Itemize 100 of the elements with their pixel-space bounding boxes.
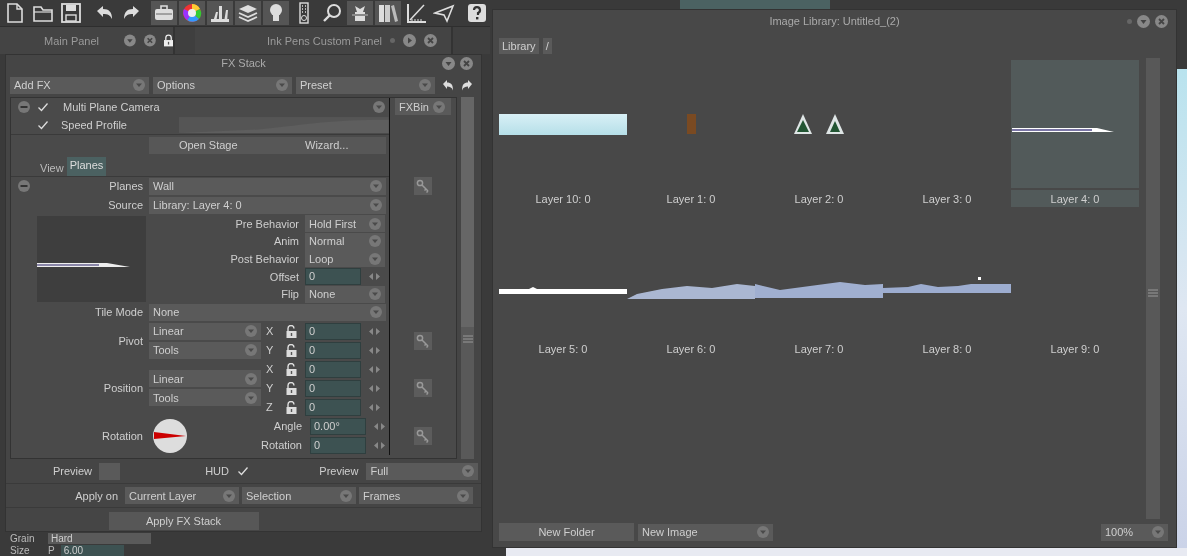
redo-icon[interactable] — [461, 79, 473, 92]
library-item[interactable]: Layer 9: 0 — [1011, 210, 1139, 357]
dropdown[interactable]: Library: Layer 4: 0 — [149, 196, 386, 214]
collapse-icon[interactable] — [442, 57, 455, 70]
rotation-dial[interactable] — [152, 417, 188, 454]
dropdown[interactable]: Tools — [149, 389, 261, 407]
dropdown[interactable]: Linear — [149, 370, 261, 388]
minus-icon[interactable] — [18, 100, 30, 113]
dropdown[interactable]: None — [305, 285, 385, 303]
apply-button[interactable]: Apply FX Stack — [108, 511, 259, 530]
undo-icon[interactable] — [442, 79, 454, 92]
stepper-icon[interactable] — [369, 272, 380, 282]
padlock-icon[interactable] — [286, 362, 297, 376]
dropdown[interactable]: Tools — [149, 341, 261, 359]
dropdown[interactable]: Linear — [149, 322, 261, 340]
checkbox[interactable] — [236, 465, 249, 478]
breadcrumb[interactable]: Library — [499, 38, 539, 54]
number-field[interactable]: 0 — [305, 341, 361, 359]
scrollbar-thumb[interactable] — [461, 96, 474, 327]
search-icon[interactable] — [321, 2, 344, 24]
number-field[interactable]: 0 — [305, 379, 361, 397]
checkmark-icon[interactable] — [37, 100, 49, 113]
scrollbar[interactable] — [1146, 58, 1160, 519]
number-field[interactable]: 6.00 — [60, 544, 124, 556]
library-item[interactable]: Layer 8: 0 — [883, 210, 1011, 357]
tab[interactable]: Planes — [66, 156, 107, 176]
library-item[interactable]: Layer 5: 0 — [499, 210, 627, 357]
play-icon[interactable] — [402, 34, 416, 47]
dropdown[interactable]: None — [149, 303, 386, 321]
scrollbar[interactable] — [461, 96, 474, 460]
library-item[interactable]: Layer 3: 0 — [883, 60, 1011, 207]
new-document-icon[interactable] — [4, 2, 26, 24]
library-item[interactable]: Layer 6: 0 — [627, 210, 755, 357]
paper-plane-icon[interactable] — [433, 2, 456, 24]
dropdown[interactable]: Selection — [242, 487, 356, 505]
new-image-dropdown[interactable]: New Image — [638, 523, 773, 541]
dropdown[interactable]: Frames — [359, 487, 473, 505]
menu-dropdown[interactable]: Add FX — [10, 76, 149, 94]
library-item[interactable]: Layer 7: 0 — [755, 210, 883, 357]
dropdown[interactable]: Hold First — [305, 215, 385, 233]
key-icon[interactable] — [414, 426, 432, 445]
dropdown[interactable]: Current Layer — [125, 487, 239, 505]
key-icon[interactable] — [414, 176, 432, 195]
panel-tab[interactable]: Main Panel — [0, 27, 175, 54]
key-icon[interactable] — [414, 379, 432, 398]
stepper-icon[interactable] — [369, 364, 380, 374]
stepper-icon[interactable] — [374, 440, 385, 450]
pressure-toggle[interactable]: P — [48, 544, 55, 556]
collapse-icon[interactable] — [124, 34, 137, 47]
stepper-icon[interactable] — [369, 326, 380, 336]
help-icon[interactable] — [466, 2, 488, 24]
close-icon[interactable] — [144, 34, 156, 47]
dropdown[interactable]: Hard — [48, 532, 151, 544]
window-title: FX Stack — [221, 57, 266, 70]
number-field[interactable]: 0 — [305, 360, 361, 378]
library-item[interactable]: Layer 2: 0 — [755, 60, 883, 207]
library-item[interactable]: Layer 1: 0 — [627, 60, 755, 207]
number-field[interactable]: 0 — [305, 268, 361, 286]
dropdown[interactable]: Full — [366, 462, 478, 480]
collapse-icon[interactable] — [1137, 15, 1150, 28]
dropdown[interactable]: Wall — [149, 177, 386, 195]
layers-icon[interactable] — [237, 2, 260, 24]
close-icon[interactable] — [423, 34, 437, 47]
stepper-icon[interactable] — [369, 402, 380, 412]
panel-tab-label[interactable]: Ink Pens Custom Panel — [267, 34, 382, 47]
number-field[interactable]: 0.00° — [310, 417, 366, 435]
close-icon[interactable] — [1155, 15, 1168, 28]
close-icon[interactable] — [460, 57, 473, 70]
ruler-icon[interactable] — [405, 2, 428, 24]
library-item[interactable]: Layer 10: 0 — [499, 60, 627, 207]
grip-icon[interactable] — [462, 334, 473, 343]
color-wheel-icon[interactable] — [181, 2, 204, 24]
padlock-icon[interactable] — [286, 343, 297, 357]
dropdown[interactable]: Normal — [305, 232, 385, 250]
lock-icon[interactable] — [163, 34, 173, 47]
grip-icon[interactable] — [1148, 288, 1158, 297]
checkmark-icon[interactable] — [37, 118, 49, 131]
number-field[interactable]: 0 — [305, 322, 361, 340]
menu-dropdown[interactable]: Options — [153, 76, 292, 94]
padlock-icon[interactable] — [286, 324, 297, 338]
stepper-icon[interactable] — [374, 421, 385, 431]
padlock-icon[interactable] — [286, 400, 297, 414]
padlock-icon[interactable] — [286, 381, 297, 395]
stepper-icon[interactable] — [369, 383, 380, 393]
stepper-icon[interactable] — [369, 345, 380, 355]
save-icon[interactable] — [60, 2, 82, 24]
key-icon[interactable] — [414, 331, 432, 350]
books-icon[interactable] — [377, 2, 400, 24]
menu-dropdown[interactable]: Preset — [296, 76, 435, 94]
panel-tab[interactable]: Ink Pens Custom Panel — [195, 27, 453, 54]
panel-tab-label[interactable]: Main Panel — [44, 34, 117, 47]
library-item[interactable]: Layer 4: 0 — [1011, 60, 1139, 207]
minus-icon[interactable] — [18, 180, 30, 193]
number-field[interactable]: 0 — [305, 398, 361, 416]
number-field[interactable]: 0 — [310, 436, 366, 454]
breadcrumb[interactable]: / — [542, 38, 552, 54]
dropdown[interactable]: Loop — [305, 250, 385, 268]
fxbin-dropdown[interactable]: FXBin — [395, 98, 451, 116]
zoom-dropdown[interactable]: 100% — [1101, 523, 1168, 541]
new-folder-button[interactable]: New Folder — [499, 523, 634, 541]
